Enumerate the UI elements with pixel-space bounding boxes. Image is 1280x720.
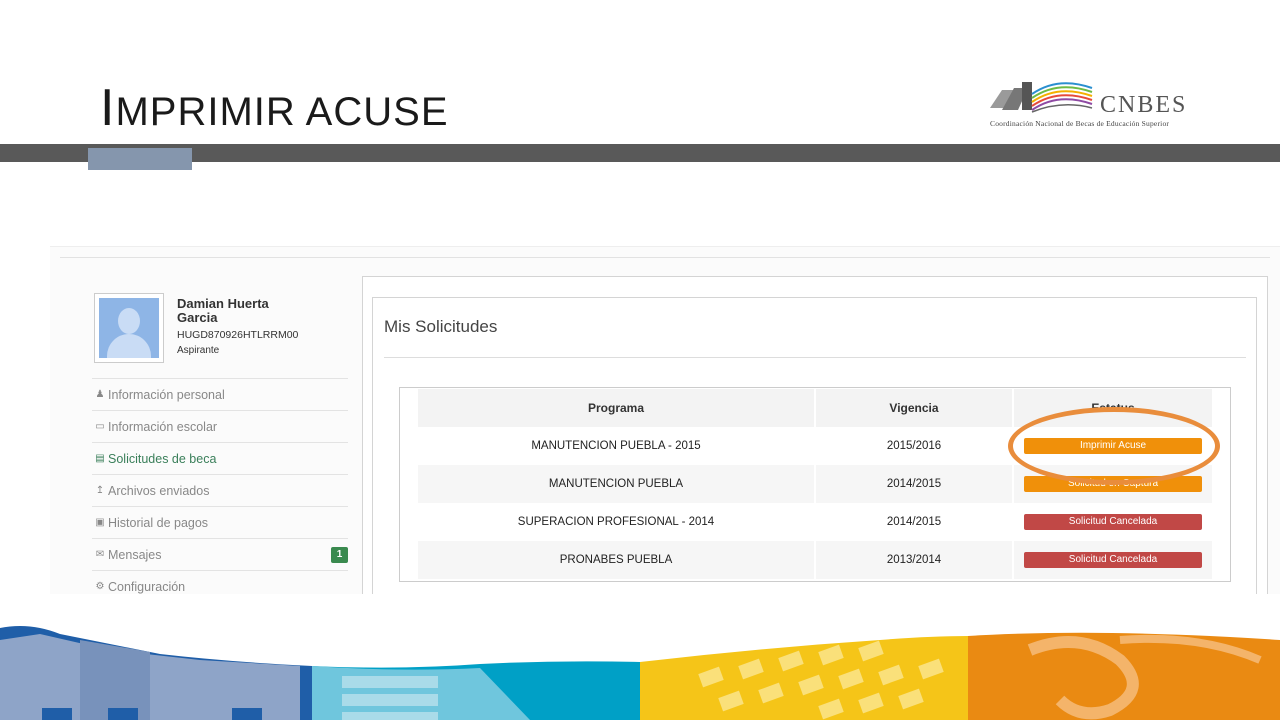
cell-programa: MANUTENCION PUEBLA - 2015 (531, 440, 701, 452)
slide-title: Imprimir acuse (100, 78, 449, 138)
document-icon: ▤ (95, 453, 105, 464)
table-row: MANUTENCION PUEBLA - 2015 2015/2016 Impr… (418, 427, 1212, 465)
sidebar-item-label: Solicitudes de beca (108, 451, 217, 466)
imprimir-acuse-button[interactable]: Imprimir Acuse (1024, 438, 1202, 454)
cell-vigencia: 2013/2014 (816, 541, 1012, 579)
solicitudes-table: Programa Vigencia Estatus MANUTENCION PU… (416, 389, 1214, 579)
cell-estatus: Solicitud en Captura (1014, 465, 1212, 503)
sidebar-item-archivos-enviados[interactable]: ↥ Archivos enviados (92, 474, 348, 506)
gears-icon: ⚙ (95, 581, 105, 592)
user-role: Aspirante (177, 345, 220, 356)
cell-vigencia: 2015/2016 (886, 440, 942, 452)
sidebar-item-configuracion[interactable]: ⚙ Configuración (92, 570, 348, 594)
sidebar-menu: ♟ Información personal ▭ Información esc… (92, 378, 348, 594)
sidebar-item-informacion-personal[interactable]: ♟ Información personal (92, 378, 348, 410)
slide-title-initial: I (100, 79, 116, 137)
profile-photo (94, 293, 164, 363)
slide: Imprimir acuse CNBES Coordinación Nacion… (0, 0, 1280, 720)
table-header-row: Programa Vigencia Estatus (418, 389, 1212, 427)
sidebar-item-label: Archivos enviados (108, 483, 210, 498)
status-badge-cancelada: Solicitud Cancelada (1024, 514, 1202, 530)
envelope-icon: ✉ (95, 549, 105, 560)
cell-estatus: Solicitud Cancelada (1014, 503, 1212, 541)
sidebar-item-solicitudes-de-beca[interactable]: ▤ Solicitudes de beca (92, 442, 348, 474)
avatar (99, 298, 159, 358)
table-row: SUPERACION PROFESIONAL - 2014 2014/2015 … (418, 503, 1212, 541)
sidebar-item-label: Historial de pagos (108, 515, 209, 530)
user-curp: HUGD870926HTLRRM00 (177, 329, 299, 341)
cell-vigencia: 2014/2015 (816, 465, 1012, 503)
money-icon: ▣ (95, 517, 105, 528)
sidebar-item-label: Configuración (108, 579, 186, 594)
status-badge-cancelada: Solicitud Cancelada (1024, 552, 1202, 568)
table-row: PRONABES PUEBLA 2013/2014 Solicitud Canc… (418, 541, 1212, 579)
status-badge-en-captura[interactable]: Solicitud en Captura (1024, 476, 1202, 492)
panel-title: Mis Solicitudes (384, 317, 498, 336)
sidebar-item-historial-de-pagos[interactable]: ▣ Historial de pagos (92, 506, 348, 538)
cell-programa: PRONABES PUEBLA (418, 541, 814, 579)
upload-icon: ↥ (95, 485, 105, 496)
sidebar-item-label: Mensajes (108, 547, 162, 562)
book-icon: ▭ (95, 421, 105, 432)
header-bar (0, 144, 1280, 162)
cell-estatus: Imprimir Acuse (1014, 427, 1212, 465)
cell-estatus: Solicitud Cancelada (1014, 541, 1212, 579)
panel-divider (384, 357, 1246, 358)
slide-title-rest: mprimir acuse (115, 90, 449, 134)
sidebar-item-label: Información personal (108, 387, 225, 402)
user-icon: ♟ (95, 389, 105, 400)
cell-programa: MANUTENCION PUEBLA (418, 465, 814, 503)
sidebar-item-informacion-escolar[interactable]: ▭ Información escolar (92, 410, 348, 442)
column-header-estatus: Estatus (1014, 389, 1212, 427)
cell-programa: SUPERACION PROFESIONAL - 2014 (517, 516, 715, 528)
user-name: Damian Huerta Garcia (177, 296, 269, 325)
column-header-programa: Programa (418, 389, 814, 427)
app-screenshot: Damian Huerta Garcia HUGD870926HTLRRM00 … (50, 246, 1280, 594)
messages-count-badge: 1 (331, 547, 348, 563)
decorative-footer-band (0, 626, 1280, 720)
sidebar-item-label: Información escolar (108, 419, 218, 434)
logo-wordmark: CNBES (1100, 92, 1188, 118)
sidebar-item-mensajes[interactable]: ✉ Mensajes 1 (92, 538, 348, 570)
table-row: MANUTENCION PUEBLA 2014/2015 Solicitud e… (418, 465, 1212, 503)
logo-subtitle: Coordinación Nacional de Becas de Educac… (990, 119, 1170, 128)
header-accent-bar (88, 148, 192, 170)
cell-vigencia: 2014/2015 (886, 516, 942, 528)
column-header-vigencia: Vigencia (816, 389, 1012, 427)
